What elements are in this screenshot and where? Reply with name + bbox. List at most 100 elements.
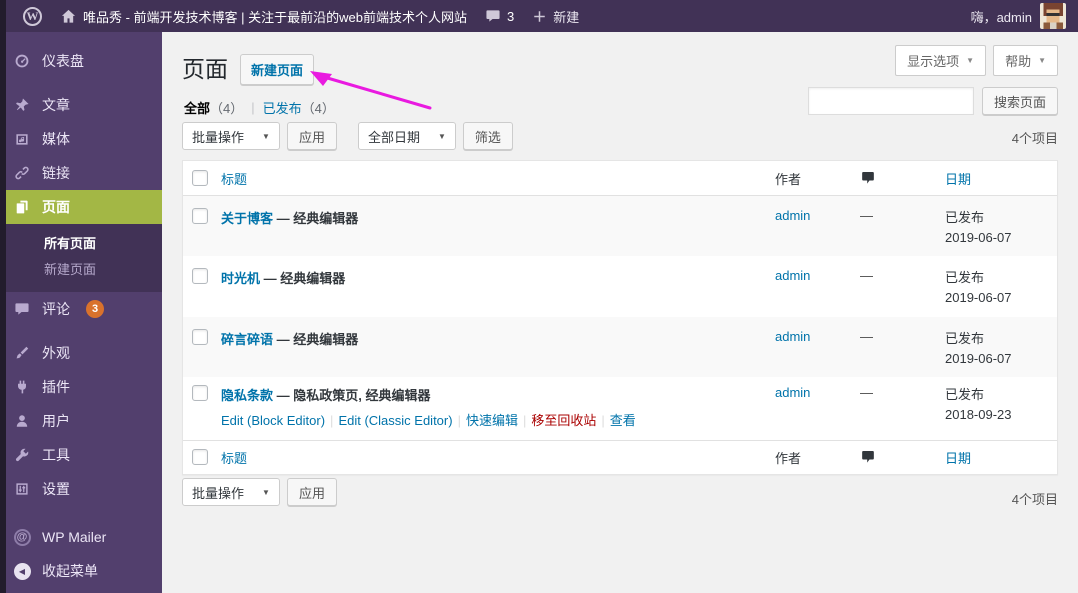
row-checkbox[interactable]: [192, 268, 208, 285]
author-link[interactable]: admin: [775, 329, 810, 344]
sidebar-item-plugins[interactable]: 插件: [0, 370, 162, 404]
new-label: 新建: [553, 9, 580, 25]
row-checkbox[interactable]: [192, 384, 208, 401]
comment-bubble-icon: [485, 8, 501, 24]
column-footer-author: 作者: [775, 450, 802, 466]
author-link[interactable]: admin: [775, 268, 810, 283]
help-button[interactable]: 帮助: [993, 45, 1058, 76]
column-footer-comments[interactable]: [860, 449, 945, 465]
page-title-link[interactable]: 隐私条款: [221, 388, 273, 403]
search-input[interactable]: [807, 87, 974, 115]
views-filter: 全部 （4） | 已发布 （4）: [184, 98, 335, 117]
comments-dash: —: [860, 208, 873, 223]
sidebar-item-posts[interactable]: 文章: [0, 88, 162, 122]
row-checkbox-cell: [183, 384, 219, 432]
toolbar-bottom: 批量操作 应用: [182, 478, 337, 506]
sidebar-item-label: 用户: [42, 413, 70, 429]
select-all-checkbox[interactable]: [192, 449, 208, 466]
sidebar-item-settings[interactable]: 设置: [0, 472, 162, 506]
row-status: 已发布: [945, 330, 985, 346]
bulk-action-select[interactable]: 批量操作: [182, 122, 280, 150]
row-status: 已发布: [945, 270, 985, 286]
sidebar-item-label: 收起菜单: [42, 563, 98, 579]
search-pages-button[interactable]: 搜索页面: [981, 87, 1058, 115]
view-all-count: （4）: [210, 101, 244, 116]
window-edge: [0, 0, 6, 593]
sidebar-item-label: 工具: [42, 447, 70, 463]
media-icon: [12, 129, 32, 149]
user-avatar[interactable]: [1040, 3, 1066, 29]
column-header-title[interactable]: 标题: [219, 169, 775, 188]
at-icon: @: [12, 527, 32, 547]
date-filter-value: 全部日期: [367, 129, 420, 145]
comments-shortcut[interactable]: 3: [476, 0, 523, 32]
page-row: 碎言碎语 — 经典编辑器 admin — 已发布 2019-06-07: [183, 316, 1057, 377]
admin-bar-comment-count: 3: [507, 8, 515, 24]
comments-dash: —: [860, 268, 873, 284]
row-checkbox[interactable]: [192, 208, 208, 224]
submenu-all-pages[interactable]: 所有页面: [0, 231, 162, 257]
screen-meta: 显示选项 帮助: [895, 45, 1058, 76]
sidebar-item-appearance[interactable]: 外观: [0, 336, 162, 370]
sidebar-item-dashboard[interactable]: 仪表盘: [0, 44, 162, 78]
wrench-icon: [12, 445, 32, 465]
sidebar-item-pages[interactable]: 页面: [0, 190, 162, 224]
sidebar-item-label: 页面: [42, 199, 70, 215]
page-row: 关于博客 — 经典编辑器 admin — 已发布 2019-06-07: [183, 196, 1057, 257]
sidebar-item-label: 文章: [42, 97, 70, 113]
page-row: 隐私条款 — 隐私政策页, 经典编辑器 Edit (Block Editor) |…: [183, 377, 1057, 440]
user-greeting[interactable]: 嗨，admin: [971, 7, 1032, 26]
row-date: 2019-06-07: [945, 230, 1012, 246]
toolbar-top: 批量操作 应用 全部日期 筛选: [182, 122, 513, 150]
user-icon: [12, 411, 32, 431]
sidebar-item-label: 仪表盘: [42, 53, 84, 69]
author-link[interactable]: admin: [775, 208, 810, 223]
sidebar-item-links[interactable]: 链接: [0, 156, 162, 190]
view-all-link[interactable]: 全部: [184, 98, 210, 117]
add-new-page-button[interactable]: 新建页面: [240, 54, 315, 85]
edit-block-editor-link[interactable]: Edit (Block Editor): [221, 413, 325, 428]
site-link[interactable]: 唯品秀 - 前端开发技术博客 | 关注于最前沿的web前端技术个人网站: [51, 0, 476, 32]
new-content-menu[interactable]: 新建: [523, 0, 588, 32]
bulk-action-value: 批量操作: [192, 485, 245, 501]
bulk-action-select-bottom[interactable]: 批量操作: [182, 478, 280, 506]
help-label: 帮助: [1005, 54, 1032, 69]
quick-edit-link[interactable]: 快速编辑: [466, 413, 518, 428]
select-all-checkbox[interactable]: [192, 170, 208, 186]
page-title-link[interactable]: 时光机: [221, 271, 260, 286]
comment-bubble-icon: [862, 172, 874, 184]
screen-options-button[interactable]: 显示选项: [895, 45, 987, 76]
column-footer-date[interactable]: 日期: [945, 448, 1057, 467]
sidebar-item-users[interactable]: 用户: [0, 404, 162, 438]
sidebar-item-comments[interactable]: 评论 3: [0, 292, 162, 326]
edit-classic-editor-link[interactable]: Edit (Classic Editor): [338, 413, 452, 428]
row-actions: Edit (Block Editor) | Edit (Classic Editor…: [221, 412, 636, 428]
author-link[interactable]: admin: [775, 385, 810, 400]
comments-icon: [12, 299, 32, 319]
column-footer-title[interactable]: 标题: [219, 448, 775, 467]
move-to-trash-link[interactable]: 移至回收站: [531, 413, 596, 428]
filter-button[interactable]: 筛选: [462, 122, 513, 150]
menu-separator: [0, 326, 162, 336]
column-header-comments[interactable]: [860, 170, 945, 186]
row-checkbox[interactable]: [192, 328, 208, 345]
submenu-add-new-page[interactable]: 新建页面: [0, 257, 162, 283]
view-link[interactable]: 查看: [610, 413, 636, 428]
apply-button-bottom[interactable]: 应用: [286, 478, 337, 506]
sidebar-item-wp-mailer[interactable]: @ WP Mailer: [0, 520, 162, 554]
date-filter-select[interactable]: 全部日期: [357, 122, 456, 150]
page-title-link[interactable]: 碎言碎语: [221, 332, 273, 347]
page-title-link[interactable]: 关于博客: [221, 211, 273, 226]
column-header-date[interactable]: 日期: [945, 169, 1057, 188]
apply-button[interactable]: 应用: [286, 122, 337, 150]
row-checkbox-cell: [183, 208, 219, 248]
collapse-arrow-icon: ◀: [12, 561, 32, 581]
sidebar-item-tools[interactable]: 工具: [0, 438, 162, 472]
collapse-menu-button[interactable]: ◀ 收起菜单: [0, 554, 162, 588]
view-published-link[interactable]: 已发布: [263, 98, 302, 117]
wp-logo-menu[interactable]: W: [14, 0, 51, 32]
site-title: 唯品秀 - 前端开发技术博客 | 关注于最前沿的web前端技术个人网站: [83, 9, 468, 25]
header-checkbox-cell: [183, 170, 219, 186]
sidebar-item-media[interactable]: 媒体: [0, 122, 162, 156]
row-status: 已发布: [945, 386, 985, 402]
